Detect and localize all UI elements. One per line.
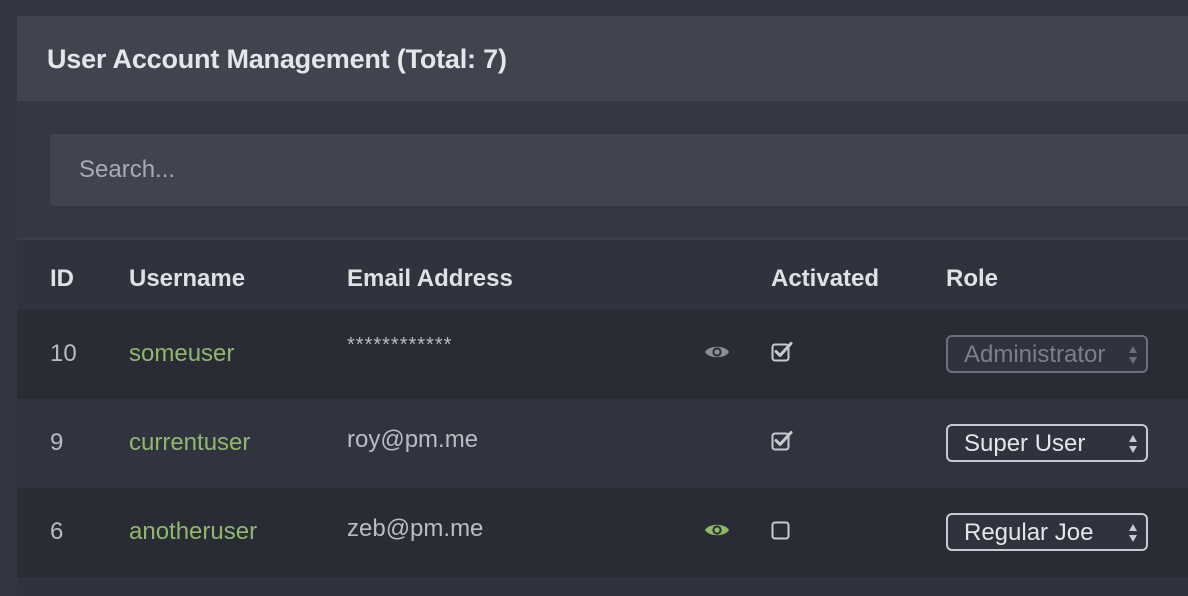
table-row: 6 anotheruser zeb@pm.me Regular Joe xyxy=(17,488,1188,577)
role-select[interactable]: Super User xyxy=(946,424,1148,462)
page-title: User Account Management (Total: 7) xyxy=(47,44,507,74)
email-masked: ************ xyxy=(347,334,453,356)
username-link[interactable]: currentuser xyxy=(129,429,250,457)
role-value: Administrator xyxy=(964,341,1106,368)
activated-checkbox[interactable] xyxy=(771,519,793,541)
username-link[interactable]: anotheruser xyxy=(129,518,257,546)
select-arrows-icon xyxy=(1129,435,1137,453)
search-area xyxy=(17,101,1188,239)
username-link[interactable]: someuser xyxy=(129,340,234,368)
email-address: roy@pm.me xyxy=(347,426,479,453)
user-id: 9 xyxy=(50,429,64,456)
activated-checkbox[interactable] xyxy=(771,430,793,452)
eye-icon[interactable] xyxy=(704,521,730,539)
role-value: Regular Joe xyxy=(964,519,1094,546)
user-id: 6 xyxy=(50,518,64,545)
column-header-username: Username xyxy=(129,265,246,292)
eye-icon[interactable] xyxy=(704,343,730,361)
activated-checkbox[interactable] xyxy=(771,341,793,363)
role-select[interactable]: Administrator xyxy=(946,335,1148,373)
search-input[interactable] xyxy=(50,134,1188,206)
user-id: 10 xyxy=(50,340,77,367)
role-value: Super User xyxy=(964,430,1086,457)
divider xyxy=(17,238,1188,240)
column-header-role: Role xyxy=(946,265,999,292)
select-arrows-icon xyxy=(1129,524,1137,542)
select-arrows-icon xyxy=(1129,346,1137,364)
column-header-id: ID xyxy=(50,265,74,292)
user-management-panel: User Account Management (Total: 7) ID Us… xyxy=(17,16,1188,596)
table-row: 9 currentuser roy@pm.me Super User xyxy=(17,399,1188,488)
column-header-activated: Activated xyxy=(771,265,880,292)
column-header-email: Email Address xyxy=(347,265,513,292)
table-row: 10 someuser ************ Administrator xyxy=(17,310,1188,399)
panel-header: User Account Management (Total: 7) xyxy=(17,16,1188,101)
role-select[interactable]: Regular Joe xyxy=(946,513,1148,551)
email-address: zeb@pm.me xyxy=(347,515,484,542)
